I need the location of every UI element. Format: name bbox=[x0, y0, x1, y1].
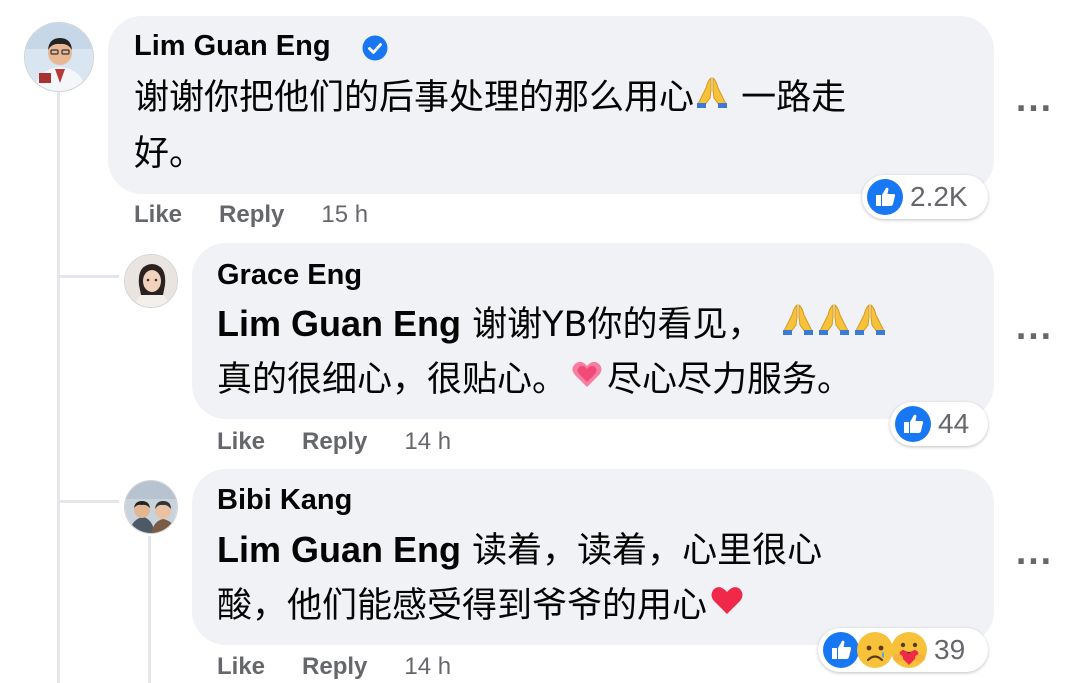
more-options-button[interactable]: ... bbox=[1014, 540, 1054, 570]
comment-text-line: 尽心尽力服务。 bbox=[607, 360, 853, 400]
verified-badge-icon bbox=[362, 35, 388, 61]
more-options-button[interactable]: ... bbox=[1014, 315, 1054, 345]
avatar[interactable] bbox=[24, 22, 94, 92]
thread-line-branch-1 bbox=[57, 275, 119, 278]
folded-hands-icon bbox=[852, 298, 888, 354]
thread-line-branch-2 bbox=[57, 500, 119, 503]
reaction-count: 2.2K bbox=[910, 181, 968, 212]
comment-text-line: 一路走 bbox=[730, 78, 847, 118]
comment-text-line-2: 真的很细心，很贴心。 尽心尽力服务。 bbox=[217, 352, 852, 409]
comment-author[interactable]: Grace Eng bbox=[217, 259, 362, 292]
comment-timestamp[interactable]: 15 h bbox=[321, 201, 368, 229]
reaction-summary[interactable]: 39 bbox=[818, 628, 988, 672]
avatar[interactable] bbox=[124, 480, 178, 534]
like-button[interactable]: Like bbox=[134, 201, 182, 229]
care-icon bbox=[891, 632, 927, 668]
comment-text-line: 读着，读着，心里很心 bbox=[461, 531, 823, 571]
comment-text-line: 酸，他们能感受得到爷爷的用心 bbox=[217, 586, 708, 626]
mention-link[interactable]: Lim Guan Eng bbox=[217, 303, 461, 344]
like-icon bbox=[823, 632, 859, 668]
folded-hands-icon bbox=[694, 71, 730, 127]
comment-text-line: 谢谢你把他们的后事处理的那么用心 bbox=[134, 78, 695, 118]
like-icon bbox=[895, 406, 931, 442]
heart-icon bbox=[569, 353, 605, 409]
reaction-summary[interactable]: 2.2K bbox=[862, 175, 988, 219]
reply-button[interactable]: Reply bbox=[302, 428, 367, 456]
comment-author[interactable]: Lim Guan Eng bbox=[134, 30, 331, 63]
comment-actions: Like Reply 15 h bbox=[134, 201, 368, 229]
reaction-count: 39 bbox=[934, 634, 966, 665]
comment-timestamp[interactable]: 14 h bbox=[404, 653, 451, 681]
sad-icon bbox=[857, 632, 893, 668]
folded-hands-icon bbox=[780, 298, 816, 354]
avatar[interactable] bbox=[124, 254, 178, 308]
reaction-summary[interactable]: 44 bbox=[890, 402, 988, 446]
reply-button[interactable]: Reply bbox=[302, 653, 367, 681]
comment-text: 谢谢你把他们的后事处理的那么用心 一路走 bbox=[134, 70, 846, 127]
more-options-button[interactable]: ... bbox=[1014, 87, 1054, 117]
folded-hands-icon bbox=[816, 298, 852, 354]
comment-text-line-2: 好。 bbox=[134, 134, 205, 174]
reply-button[interactable]: Reply bbox=[219, 201, 284, 229]
comment-text-line: 谢谢YB你的看见， bbox=[461, 305, 763, 345]
comment-actions: Like Reply 14 h bbox=[217, 428, 451, 456]
comment-timestamp[interactable]: 14 h bbox=[404, 428, 451, 456]
thread-line-sub bbox=[148, 536, 151, 683]
like-icon bbox=[867, 179, 903, 215]
comment-text: Lim Guan Eng 读着，读着，心里很心 bbox=[217, 522, 822, 579]
comment-author[interactable]: Bibi Kang bbox=[217, 484, 352, 517]
comment-text-line: 真的很细心，很贴心。 bbox=[217, 360, 568, 400]
like-button[interactable]: Like bbox=[217, 653, 265, 681]
comment-actions: Like Reply 14 h bbox=[217, 653, 451, 681]
like-button[interactable]: Like bbox=[217, 428, 265, 456]
red-heart-icon bbox=[709, 579, 745, 635]
reaction-count: 44 bbox=[938, 408, 970, 439]
comment-text-line-2: 酸，他们能感受得到爷爷的用心 bbox=[217, 578, 745, 635]
comment-text: Lim Guan Eng 谢谢YB你的看见， bbox=[217, 296, 888, 354]
thread-line-main bbox=[57, 92, 60, 683]
mention-link[interactable]: Lim Guan Eng bbox=[217, 529, 461, 570]
